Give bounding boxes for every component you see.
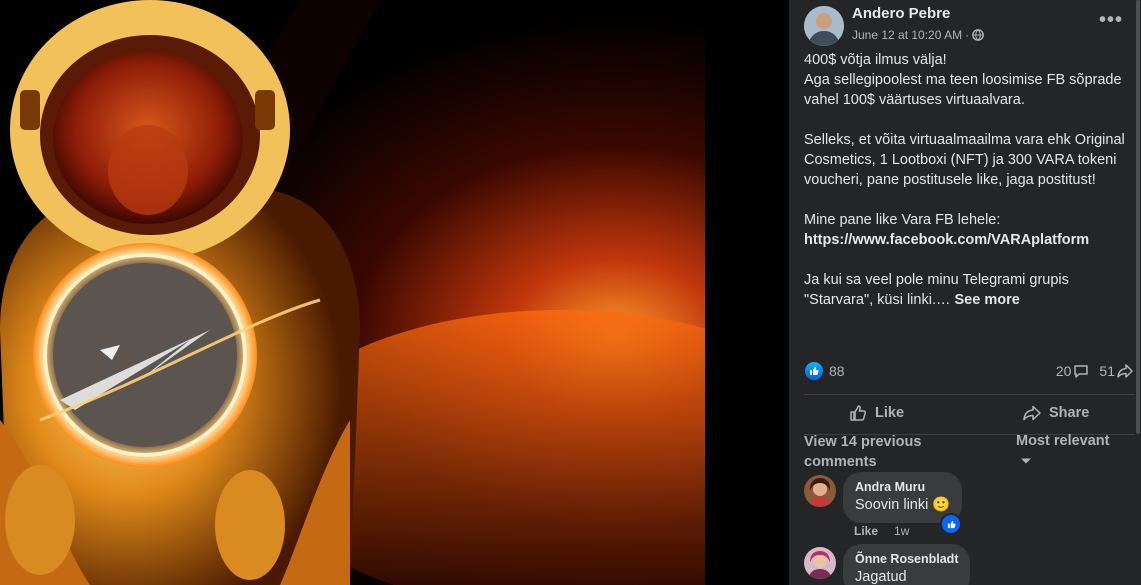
commenter-avatar[interactable] [804, 475, 836, 507]
comment-like-link[interactable]: Like [854, 524, 878, 538]
comment-bubble: Õnne Rosenbladt Jagatud [843, 544, 971, 585]
post-line: Aga sellegipoolest ma teen loosimise FB … [804, 72, 1122, 108]
more-options-icon[interactable]: ••• [1099, 9, 1123, 32]
post-line: 400$ võtja ilmus välja! [804, 52, 947, 68]
like-button[interactable]: Like [849, 404, 904, 422]
share-count: 51 [1099, 363, 1115, 379]
like-count: 88 [829, 363, 845, 379]
comment-icon [1074, 365, 1089, 378]
post-timestamp[interactable]: June 12 at 10:20 AM [852, 28, 962, 42]
share-arrow-icon [1023, 405, 1041, 421]
comment-like-reaction-icon[interactable] [940, 513, 962, 535]
author-avatar[interactable] [804, 6, 844, 46]
comment-sort-label: Most relevant [1016, 433, 1110, 449]
person-avatar-icon [804, 547, 836, 579]
share-button-label: Share [1049, 405, 1090, 421]
engagement-counts: 20 51 [1056, 363, 1133, 379]
like-reaction-icon [805, 362, 823, 380]
vara-page-link[interactable]: https://www.facebook.com/VARAplatform [804, 232, 1089, 248]
post-line: Selleks, et võita virtuaalmaailma vara e… [804, 132, 1125, 188]
comment-actions: Like 1w [854, 524, 909, 538]
person-avatar-icon [804, 6, 844, 46]
post-line: Mine pane like Vara FB lehele: [804, 212, 1001, 228]
comment-age[interactable]: 1w [894, 524, 909, 538]
post-side-panel: Andero Pebre June 12 at 10:20 AM · ••• 4… [789, 0, 1141, 585]
slightly-smiling-emoji-icon: 🙂 [932, 497, 951, 513]
caret-down-icon [1021, 458, 1031, 464]
share-button[interactable]: Share [1023, 404, 1089, 422]
divider [804, 394, 1135, 395]
commenter-avatar[interactable] [804, 547, 836, 579]
astronaut-artwork [0, 0, 789, 585]
view-previous-comments-link[interactable]: View 14 previous comments [804, 432, 974, 472]
person-avatar-icon [804, 475, 836, 507]
comment-text: Jagatud [855, 569, 907, 585]
see-more-link[interactable]: See more [955, 292, 1020, 308]
reaction-summary[interactable]: 88 [805, 362, 845, 380]
comment-count-group[interactable]: 20 [1056, 363, 1090, 379]
share-icon [1117, 364, 1133, 378]
commenter-name[interactable]: Õnne Rosenbladt [855, 551, 958, 567]
like-button-label: Like [875, 405, 905, 421]
post-line: Ja kui sa veel pole minu Telegrami grupi… [804, 272, 1069, 308]
post-body: 400$ võtja ilmus välja! Aga sellegipoole… [804, 50, 1134, 310]
comment-text: Soovin linki 🙂 [855, 497, 951, 513]
globe-icon [972, 29, 984, 41]
thumbs-up-icon [850, 405, 867, 421]
scrollbar-thumb[interactable] [1136, 0, 1140, 434]
commenter-name[interactable]: Andra Muru [855, 479, 950, 495]
meta-separator: · [965, 28, 970, 42]
post-meta: June 12 at 10:20 AM · [852, 28, 984, 42]
author-name[interactable]: Andero Pebre [852, 5, 950, 22]
comment-sort-dropdown[interactable]: Most relevant [1016, 431, 1116, 471]
post-photo[interactable] [0, 0, 789, 585]
panel-scrollbar[interactable] [1135, 0, 1141, 585]
comment-count: 20 [1055, 363, 1072, 379]
share-count-group[interactable]: 51 [1099, 363, 1133, 379]
